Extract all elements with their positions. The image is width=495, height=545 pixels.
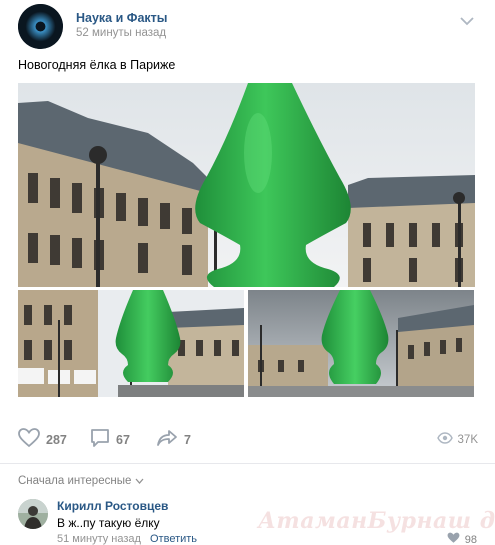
comment-button[interactable]: 67 (90, 425, 130, 455)
comment-like-count: 98 (464, 534, 477, 545)
sort-label: Сначала интересные (18, 475, 132, 487)
heart-icon (18, 427, 40, 453)
views-counter: 37K (436, 425, 478, 455)
post-photo-left[interactable] (18, 290, 244, 397)
eye-icon (436, 431, 453, 449)
group-name[interactable]: Наука и Факты (76, 11, 167, 25)
chevron-down-icon (135, 478, 144, 484)
comment-bubble-icon (90, 428, 110, 453)
comment-author[interactable]: Кирилл Ростовцев (57, 499, 168, 513)
comment-count: 67 (116, 433, 130, 447)
comment-time[interactable]: 51 минуту назад (57, 533, 141, 545)
heart-icon (447, 531, 460, 545)
like-button[interactable]: 287 (18, 425, 67, 455)
share-arrow-icon (156, 428, 178, 453)
reply-link[interactable]: Ответить (150, 533, 197, 545)
group-avatar[interactable] (18, 4, 63, 49)
divider (0, 463, 495, 464)
post-text: Новогодняя ёлка в Париже (18, 58, 176, 72)
post-photo-right[interactable] (248, 290, 474, 397)
avatar[interactable] (18, 499, 48, 529)
share-button[interactable]: 7 (156, 425, 191, 455)
share-count: 7 (184, 433, 191, 447)
post-photo-main[interactable] (18, 83, 475, 287)
comment-text: В ж..пу такую ёлку (57, 516, 160, 530)
post-time[interactable]: 52 минуты назад (76, 27, 166, 39)
post-header: Наука и Факты 52 минуты назад (18, 0, 478, 50)
comments-sort-dropdown[interactable]: Сначала интересные (18, 475, 144, 487)
like-count: 287 (46, 433, 67, 447)
chevron-down-icon[interactable] (460, 13, 474, 26)
post-actions: 287 67 7 37K (18, 425, 478, 455)
comment-like-button[interactable]: 98 (447, 531, 477, 545)
views-count: 37K (457, 434, 478, 446)
